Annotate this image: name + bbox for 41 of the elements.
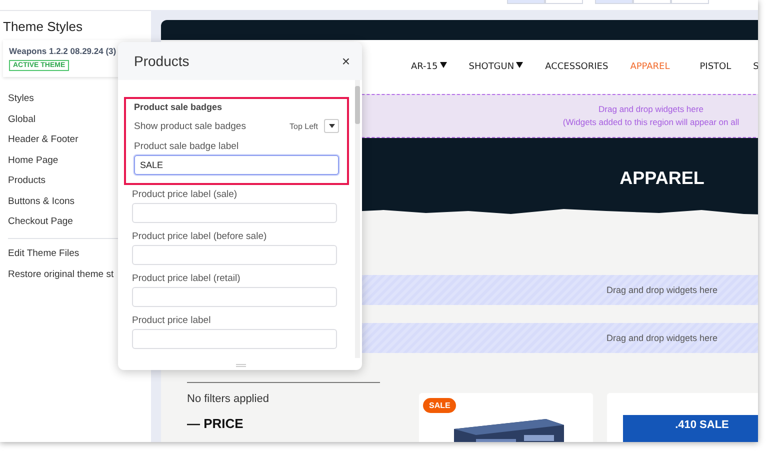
text-field[interactable]: [132, 329, 337, 349]
text-field[interactable]: SALE: [134, 155, 339, 175]
nav-link[interactable]: ACCESSORIES: [545, 62, 608, 72]
hero-title: APPAREL: [620, 168, 704, 189]
price-heading: — PRICE: [187, 417, 244, 431]
field-label: Product sale badge label: [134, 141, 240, 152]
dialog-title: Products: [134, 53, 190, 69]
region-hint: Drag and drop widgets here: [598, 103, 704, 116]
dropdown-button[interactable]: [324, 119, 339, 133]
region-hint: Drag and drop widgets here: [606, 285, 718, 295]
toolbar-button[interactable]: [545, 0, 583, 4]
field-label: Product price label (before sale): [132, 231, 268, 242]
banner-text: .410 SALE: [675, 419, 729, 431]
section-heading: Product sale badges: [134, 102, 224, 112]
text-field[interactable]: [132, 287, 337, 307]
setting-value: Top Left: [290, 122, 318, 130]
region-hint: (Widgets added to this region will appear on all: [562, 116, 740, 129]
resize-handle[interactable]: [236, 364, 246, 367]
nav-link[interactable]: S: [753, 62, 758, 72]
text-field[interactable]: [132, 203, 337, 223]
nav-link[interactable]: PISTOL: [700, 62, 732, 72]
sidebar-title: Theme Styles: [2, 19, 84, 34]
caret-icon: [328, 124, 334, 128]
region-hint: Drag and drop widgets here: [606, 333, 718, 343]
sale-badge: SALE: [423, 398, 456, 413]
setting-label: Show product sale badges: [134, 120, 247, 132]
toolbar-button[interactable]: [671, 0, 709, 4]
theme-name: Weapons 1.2.2 08.29.24 (3): [9, 46, 116, 56]
close-button[interactable]: ×: [342, 53, 350, 69]
filters-text: No filters applied: [187, 393, 270, 405]
nav-link[interactable]: AR-15: [411, 62, 447, 72]
field-label: Product price label (retail): [132, 273, 242, 284]
scrollbar[interactable]: [355, 80, 360, 358]
nav-link[interactable]: SHOTGUN: [468, 62, 524, 72]
toolbar-button[interactable]: [595, 0, 633, 4]
field-label: Product price label: [132, 315, 212, 326]
field-label: Product price label (sale): [132, 189, 238, 200]
product-card[interactable]: .410 SALE: [607, 393, 758, 442]
toolbar-button[interactable]: [633, 0, 671, 4]
toolbar-button[interactable]: [507, 0, 545, 4]
text-field[interactable]: [132, 245, 337, 265]
